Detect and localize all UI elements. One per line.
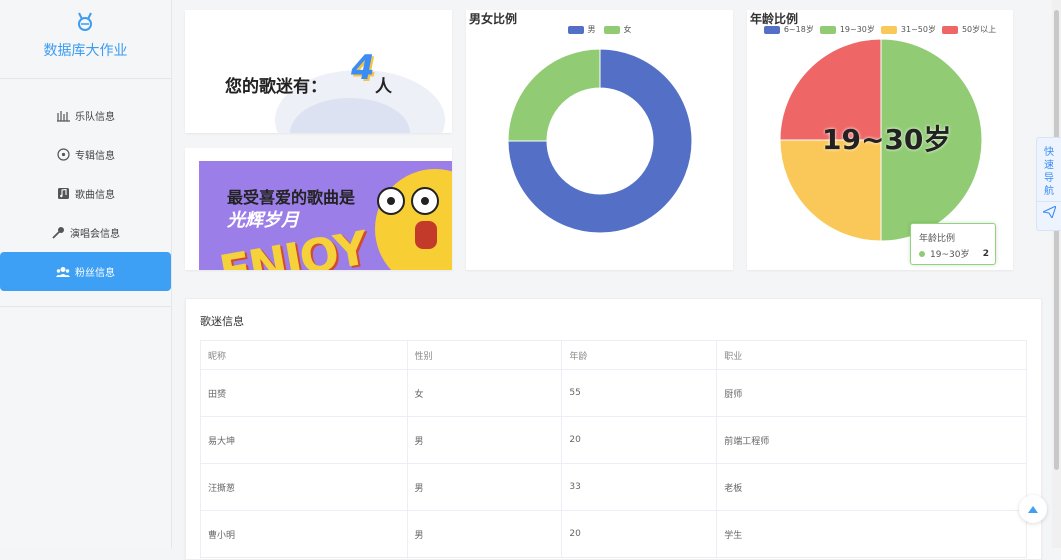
favorite-song-name: 光辉岁月 <box>227 210 299 231</box>
column-header: 昵称 <box>200 340 408 370</box>
table-cell: 男 <box>406 510 563 558</box>
music-note-icon <box>56 187 70 201</box>
table-cell: 田赟 <box>200 369 408 417</box>
table-row[interactable]: 曹小明 男 20 学生 <box>200 510 1027 558</box>
column-header: 性别 <box>406 340 563 370</box>
sidebar-item-song[interactable]: 歌曲信息 <box>0 174 171 213</box>
tooltip-title: 年龄比例 <box>919 234 956 244</box>
tooltip-value: 2 <box>982 248 989 259</box>
arrow-up-icon <box>1028 505 1038 513</box>
quick-nav-button[interactable]: 快速导航 <box>1036 137 1061 231</box>
app-title: 数据库大作业 <box>43 43 128 59</box>
gender-chart-card: 男女比例 男 女 <box>466 10 733 270</box>
logo-area: 数据库大作业 <box>0 0 171 79</box>
table-cell: 男 <box>406 416 563 464</box>
sidebar-item-band[interactable]: 乐队信息 <box>0 96 171 135</box>
sidebar-divider <box>0 306 171 307</box>
eye-art <box>377 187 405 215</box>
chart-tooltip: 年龄比例 19~30岁 2 <box>910 223 996 265</box>
fans-table: 昵称 性别 年龄 职业 田赟 女 55 厨师 易大坤 男 20 前端工程师 汪撕… <box>200 340 1027 558</box>
age-chart-card: 年龄比例 6~18岁 19~30岁 31~50岁 50岁以上 19~30岁 年龄… <box>747 10 1013 270</box>
main-content: 您的歌迷有： 4 人 ENJOY 最受喜爱的歌曲是 光辉岁月 男女比例 男 女 <box>172 0 1061 560</box>
column-header: 年龄 <box>561 340 718 370</box>
sidebar: 数据库大作业 乐队信息 专辑信息 歌曲信息 演唱会信息 粉丝信息 <box>0 0 172 548</box>
table-row[interactable]: 田赟 女 55 厨师 <box>200 369 1027 417</box>
microphone-icon <box>51 226 65 240</box>
mouth-art <box>415 221 437 249</box>
table-header-row: 昵称 性别 年龄 职业 <box>200 340 1027 370</box>
divider <box>1037 201 1061 202</box>
table-cell: 前端工程师 <box>716 416 1027 464</box>
table-cell: 老板 <box>716 463 1027 511</box>
scrollbar-thumb[interactable] <box>1054 10 1059 470</box>
table-cell: 汪撕葱 <box>200 463 408 511</box>
table-cell: 曹小明 <box>200 510 408 558</box>
sidebar-item-fans[interactable]: 粉丝信息 <box>0 252 171 291</box>
fans-count-value: 4 <box>351 48 375 88</box>
table-cell: 女 <box>406 369 563 417</box>
fans-count-card: 您的歌迷有： 4 人 <box>185 10 452 133</box>
quick-nav-label: 快速导航 <box>1044 147 1054 197</box>
tooltip-dot <box>919 250 925 257</box>
table-cell: 厨师 <box>716 369 1027 417</box>
favorite-song-label: 最受喜爱的歌曲是 <box>227 188 356 207</box>
sidebar-item-label: 演唱会信息 <box>70 229 120 240</box>
pie-emphasis-label: 19~30岁 <box>822 123 952 156</box>
table-cell: 男 <box>406 463 563 511</box>
table-cell: 33 <box>561 463 718 511</box>
column-header: 职业 <box>716 340 1027 370</box>
sidebar-item-label: 粉丝信息 <box>75 268 115 279</box>
table-cell: 20 <box>561 510 718 558</box>
fans-table-card: 歌迷信息 昵称 性别 年龄 职业 田赟 女 55 厨师 易大坤 男 20 前端工… <box>185 298 1042 560</box>
gender-donut-chart <box>507 48 693 234</box>
table-row[interactable]: 易大坤 男 20 前端工程师 <box>200 416 1027 464</box>
tooltip-name: 19~30岁 <box>930 250 970 260</box>
users-icon <box>56 265 70 279</box>
sidebar-nav: 乐队信息 专辑信息 歌曲信息 演唱会信息 粉丝信息 <box>0 96 171 291</box>
disc-icon <box>56 148 70 162</box>
table-cell: 20 <box>561 416 718 464</box>
sidebar-item-concert[interactable]: 演唱会信息 <box>0 213 171 252</box>
fans-count-unit: 人 <box>375 77 392 97</box>
fans-count-label: 您的歌迷有： <box>225 77 327 97</box>
pie-slice-女[interactable] <box>507 48 601 142</box>
back-to-top-button[interactable] <box>1019 495 1047 523</box>
smiley-face-art <box>375 169 452 270</box>
sidebar-item-label: 乐队信息 <box>75 112 115 123</box>
band-icon <box>56 109 70 123</box>
rabbit-logo-icon <box>78 12 92 31</box>
sidebar-item-label: 专辑信息 <box>75 151 115 162</box>
sidebar-item-label: 歌曲信息 <box>75 190 115 201</box>
table-title: 歌迷信息 <box>200 315 244 328</box>
sidebar-item-album[interactable]: 专辑信息 <box>0 135 171 174</box>
favorite-song-card: ENJOY 最受喜爱的歌曲是 光辉岁月 <box>185 148 452 270</box>
send-icon[interactable] <box>1043 206 1056 218</box>
eye-art <box>411 187 439 215</box>
tooltip-row: 19~30岁 2 <box>919 247 989 260</box>
table-cell: 55 <box>561 369 718 417</box>
table-cell: 学生 <box>716 510 1027 558</box>
table-cell: 易大坤 <box>200 416 408 464</box>
table-row[interactable]: 汪撕葱 男 33 老板 <box>200 463 1027 511</box>
